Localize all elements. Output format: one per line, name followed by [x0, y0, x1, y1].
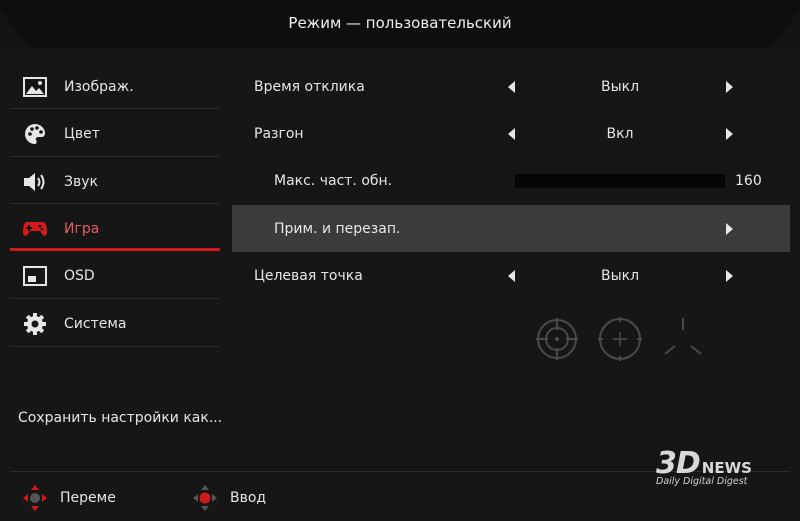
joystick-press-icon: [193, 485, 217, 511]
move-hint: Переме: [22, 484, 116, 512]
osd-icon: [22, 263, 48, 289]
divider: [10, 298, 220, 299]
divider: [10, 346, 220, 347]
active-tab-indicator: [10, 248, 220, 251]
divider: [10, 156, 220, 157]
sidebar-item-system[interactable]: Система: [10, 301, 220, 347]
refresh-slider[interactable]: [515, 174, 725, 188]
arrow-right-icon[interactable]: [726, 222, 733, 235]
sidebar-item-label: OSD: [64, 268, 95, 284]
arrow-right-icon[interactable]: [726, 81, 733, 93]
save-settings-as-button[interactable]: Сохранить настройки как...: [18, 410, 222, 426]
divider: [10, 203, 220, 204]
image-icon: [22, 74, 48, 100]
sidebar-item-sound[interactable]: Звук: [10, 159, 220, 205]
sidebar-item-color[interactable]: Цвет: [10, 111, 220, 157]
setting-apply-save[interactable]: Прим. и перезап.: [232, 205, 790, 252]
arrow-left-icon[interactable]: [508, 270, 515, 282]
sidebar-item-image[interactable]: Изображ.: [10, 64, 220, 110]
setting-response-time[interactable]: Время отклика Выкл: [232, 64, 790, 110]
setting-label: Прим. и перезап.: [274, 220, 401, 237]
setting-label: Время отклика: [254, 79, 365, 95]
crosshair-dot-icon[interactable]: [597, 316, 643, 362]
setting-value: Вкл: [606, 126, 634, 142]
crosshair-tri-icon[interactable]: [660, 316, 706, 362]
arrow-right-icon[interactable]: [726, 270, 733, 282]
watermark-news: NEWS: [701, 459, 752, 477]
sidebar-item-game[interactable]: Игра: [10, 206, 220, 252]
sidebar-item-label: Игра: [64, 221, 100, 237]
page-title: Режим — пользовательский: [288, 14, 512, 32]
setting-label: Целевая точка: [254, 268, 363, 284]
sidebar-item-label: Система: [64, 316, 127, 332]
setting-crosshair[interactable]: Целевая точка Выкл: [232, 253, 790, 299]
divider: [10, 108, 220, 109]
joystick-move-icon: [23, 485, 47, 511]
watermark-tagline: Daily Digital Digest: [656, 476, 748, 487]
watermark-logo: 3D NEWS Daily Digital Digest: [656, 446, 752, 487]
arrow-left-icon[interactable]: [508, 81, 515, 93]
speaker-icon: [22, 169, 48, 195]
sidebar-item-label: Цвет: [64, 126, 100, 142]
gear-icon: [22, 311, 48, 337]
sidebar-item-label: Изображ.: [64, 79, 134, 95]
move-label: Переме: [60, 490, 116, 506]
arrow-right-icon[interactable]: [726, 128, 733, 140]
setting-max-refresh[interactable]: Макс. част. обн. 160: [232, 158, 790, 204]
palette-icon: [22, 121, 48, 147]
setting-overclock[interactable]: Разгон Вкл: [232, 111, 790, 157]
crosshair-circle-icon[interactable]: [534, 316, 580, 362]
setting-value: Выкл: [600, 268, 640, 284]
enter-label: Ввод: [230, 490, 267, 506]
setting-value: Выкл: [600, 79, 640, 95]
setting-value: 160: [735, 173, 762, 189]
sidebar-item-osd[interactable]: OSD: [10, 253, 220, 299]
arrow-left-icon[interactable]: [508, 128, 515, 140]
setting-label: Макс. част. обн.: [274, 173, 393, 189]
sidebar-item-label: Звук: [64, 174, 98, 190]
setting-label: Разгон: [254, 126, 304, 142]
enter-hint: Ввод: [192, 484, 266, 512]
gamepad-icon: [22, 216, 48, 242]
